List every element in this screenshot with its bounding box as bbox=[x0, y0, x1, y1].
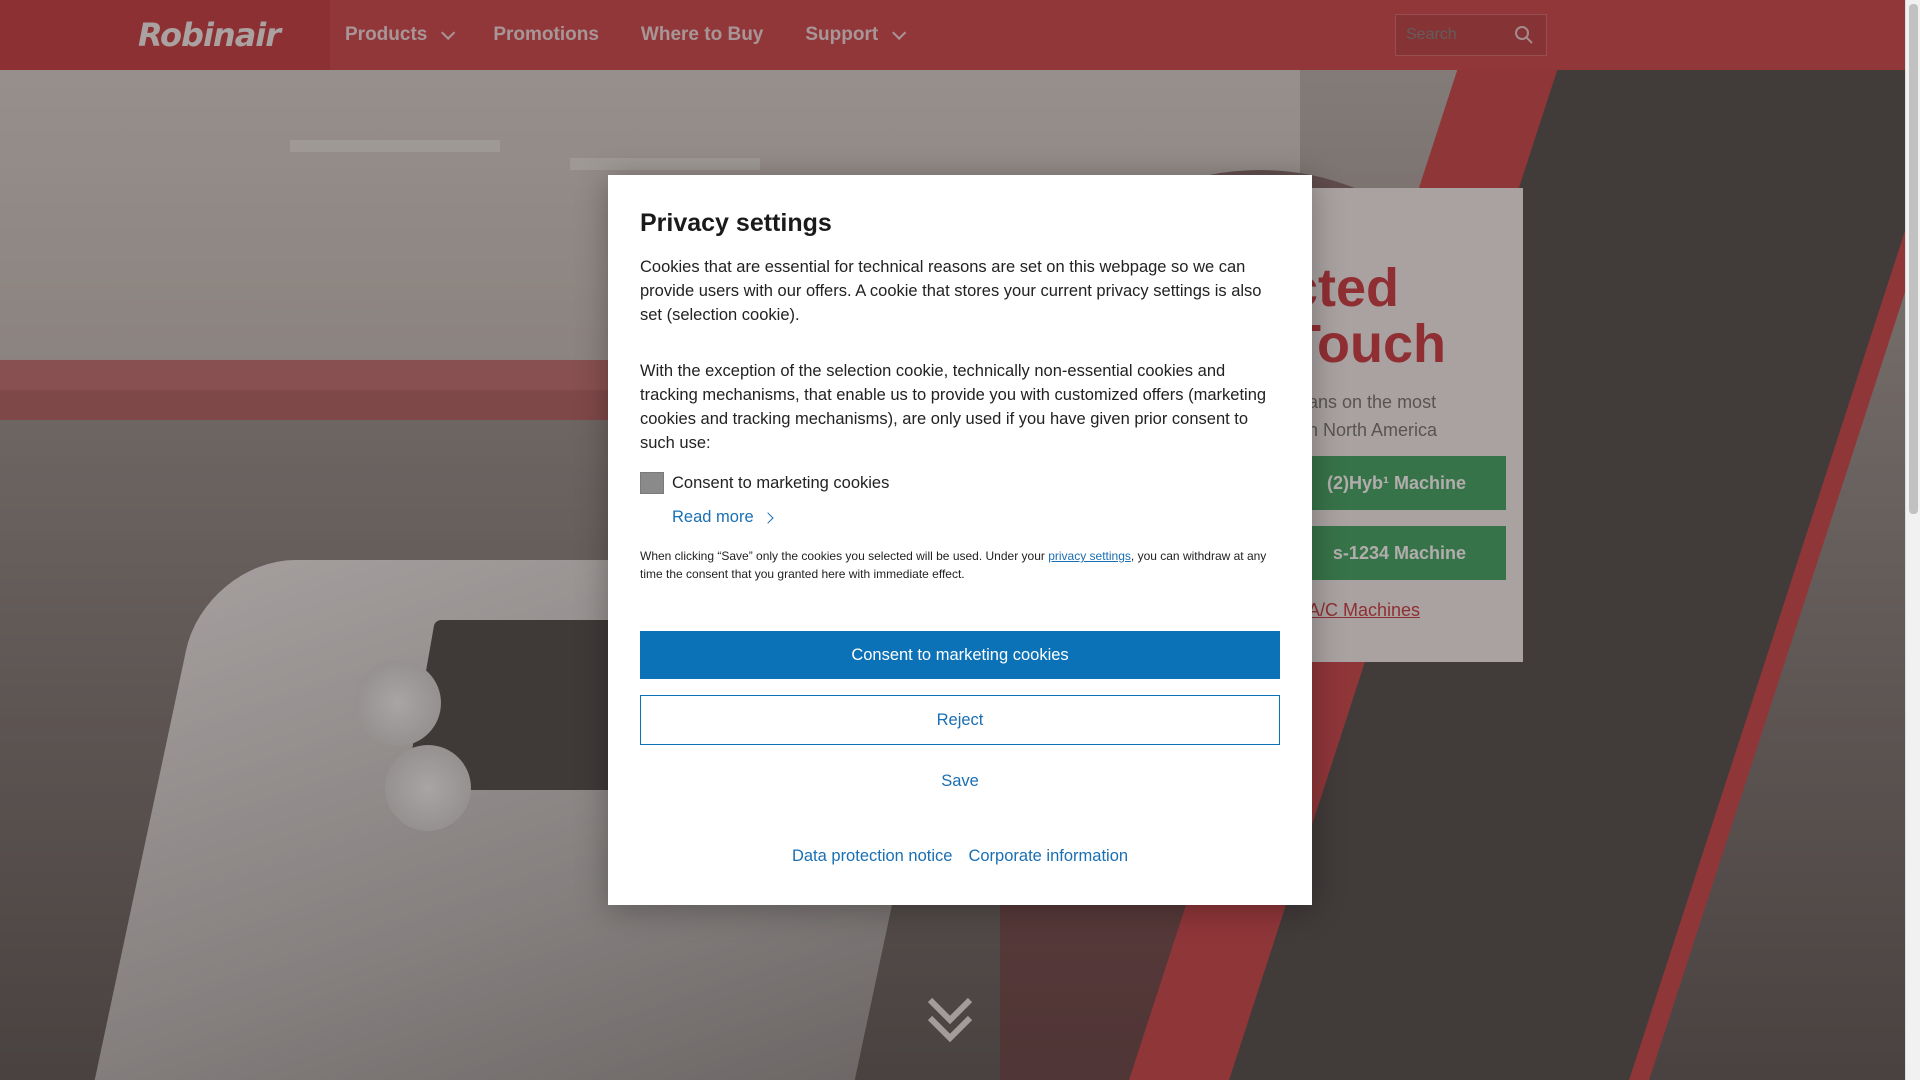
modal-footer-links: Data protection notice Corporate informa… bbox=[608, 847, 1312, 866]
marketing-consent-row[interactable]: Consent to marketing cookies bbox=[640, 472, 889, 494]
page-scrollbar[interactable] bbox=[1905, 0, 1920, 1080]
read-more-label: Read more bbox=[672, 508, 754, 526]
read-more-link[interactable]: Read more bbox=[672, 508, 774, 527]
save-note: When clicking “Save” only the cookies yo… bbox=[640, 547, 1280, 583]
scrollbar-thumb[interactable] bbox=[1909, 4, 1918, 514]
marketing-consent-checkbox[interactable] bbox=[640, 472, 664, 494]
modal-title: Privacy settings bbox=[640, 209, 832, 237]
reject-button[interactable]: Reject bbox=[640, 695, 1280, 745]
save-note-text: When clicking “Save” only the cookies yo… bbox=[640, 549, 1049, 563]
consent-marketing-button[interactable]: Consent to marketing cookies bbox=[640, 631, 1280, 679]
corporate-information-link[interactable]: Corporate information bbox=[968, 847, 1128, 866]
privacy-settings-modal: Privacy settings Cookies that are essent… bbox=[608, 175, 1312, 905]
chevron-right-icon bbox=[761, 511, 774, 524]
marketing-consent-label[interactable]: Consent to marketing cookies bbox=[672, 474, 889, 493]
modal-paragraph-essential: Cookies that are essential for technical… bbox=[640, 258, 1262, 324]
save-button[interactable]: Save bbox=[640, 761, 1280, 801]
modal-paragraph-marketing: With the exception of the selection cook… bbox=[640, 362, 1267, 452]
data-protection-notice-link[interactable]: Data protection notice bbox=[792, 847, 953, 866]
privacy-settings-link[interactable]: privacy settings bbox=[1048, 549, 1131, 563]
